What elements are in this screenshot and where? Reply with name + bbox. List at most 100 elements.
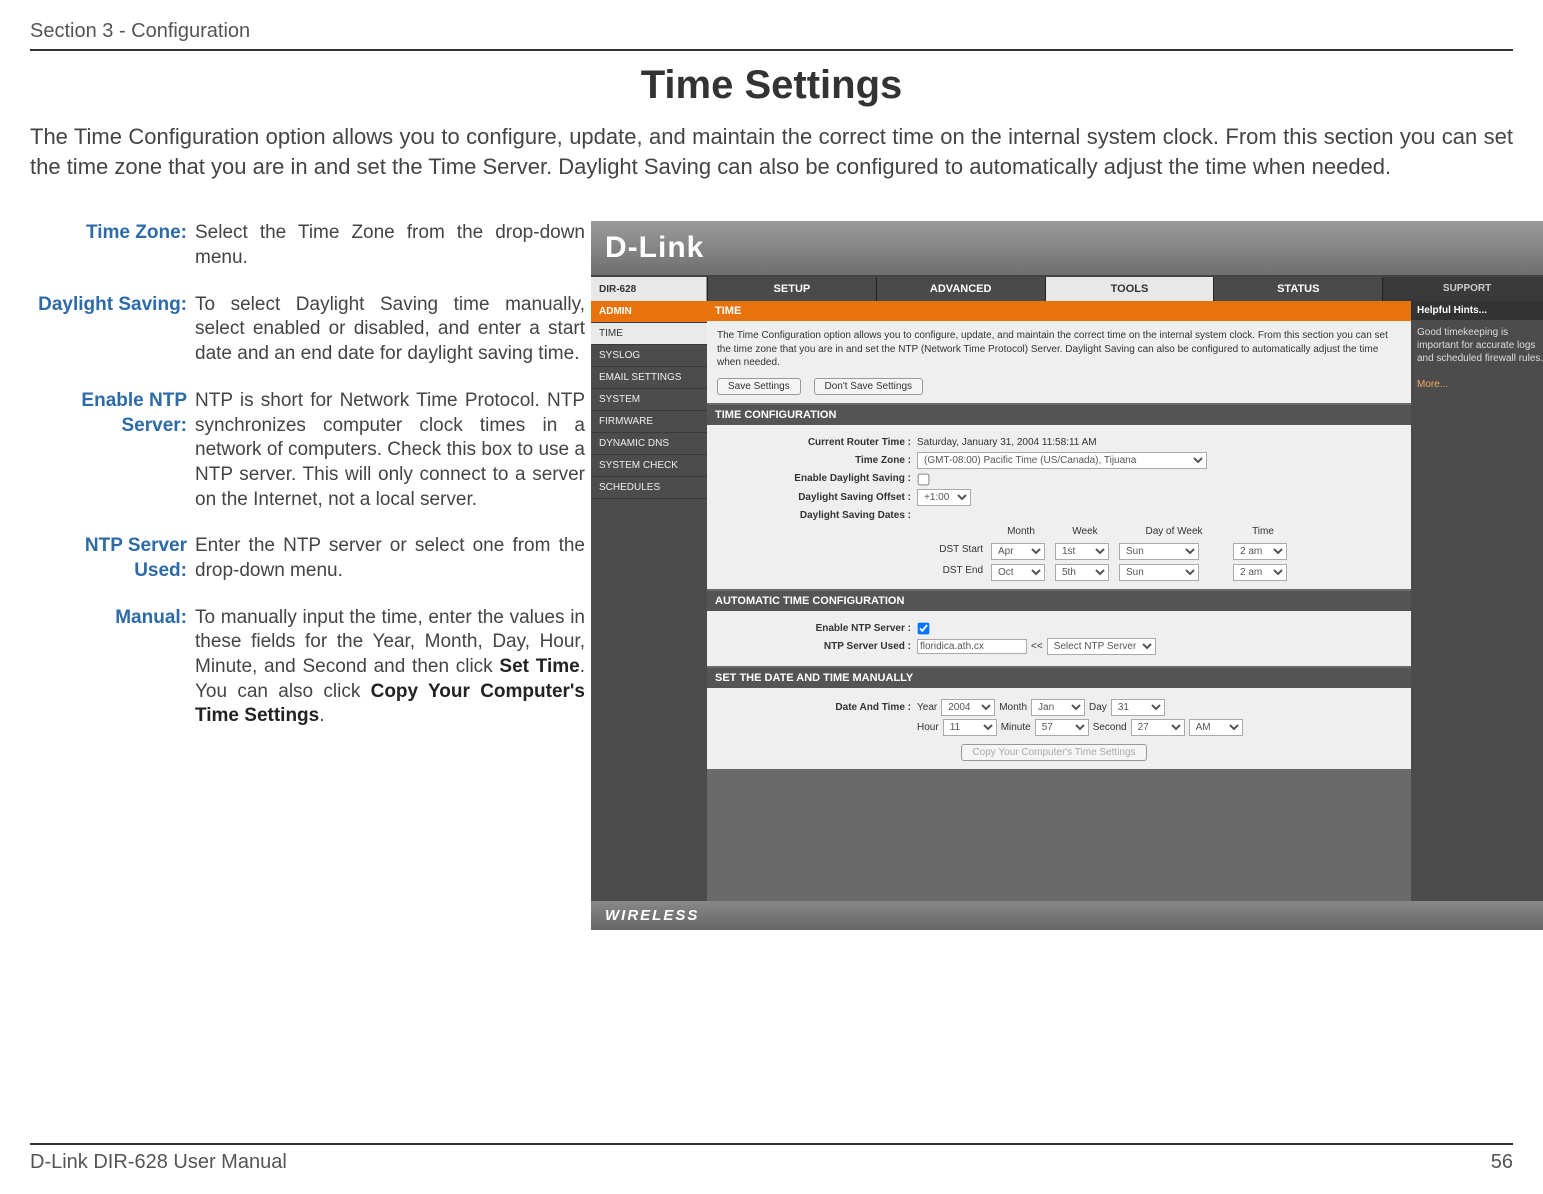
minute-select[interactable]: 57 <box>1035 719 1089 736</box>
dst-end-label: DST End <box>917 564 987 581</box>
def-desc: NTP is short for Network Time Protocol. … <box>195 389 585 512</box>
timezone-select[interactable]: (GMT-08:00) Pacific Time (US/Canada), Ti… <box>917 452 1207 469</box>
dst-start-dow[interactable]: Sun <box>1119 543 1199 560</box>
time-config-head: TIME CONFIGURATION <box>707 403 1411 425</box>
def-desc: Select the Time Zone from the drop-down … <box>195 221 585 270</box>
col-dow: Day of Week <box>1119 525 1229 539</box>
router-footer: WIRELESS <box>591 901 1543 930</box>
hints-more-link[interactable]: More... <box>1417 379 1448 390</box>
sidebar-item-email-settings[interactable]: EMAIL SETTINGS <box>591 367 707 389</box>
sidebar-item-system[interactable]: SYSTEM <box>591 389 707 411</box>
auto-time-panel: AUTOMATIC TIME CONFIGURATION Enable NTP … <box>707 589 1411 667</box>
def-item: Manual:To manually input the time, enter… <box>30 606 585 729</box>
def-item: Time Zone:Select the Time Zone from the … <box>30 221 585 270</box>
month-label: Month <box>999 701 1027 715</box>
router-tabs: DIR-628 SETUPADVANCEDTOOLSSTATUSSUPPORT <box>591 277 1543 301</box>
time-config-panel: TIME CONFIGURATION Current Router Time :… <box>707 403 1411 589</box>
time-panel: TIME The Time Configuration option allow… <box>707 301 1411 403</box>
router-sidebar: ADMINTIMESYSLOGEMAIL SETTINGSSYSTEMFIRMW… <box>591 301 707 901</box>
daylight-enable-checkbox[interactable] <box>918 473 930 485</box>
dst-start-week[interactable]: 1st <box>1055 543 1109 560</box>
daylight-enable-label: Enable Daylight Saving : <box>717 472 917 486</box>
def-item: Daylight Saving:To select Daylight Savin… <box>30 293 585 367</box>
copy-time-button[interactable]: Copy Your Computer's Time Settings <box>961 744 1146 761</box>
page-footer: D-Link DIR-628 User Manual 56 <box>30 1143 1513 1174</box>
content-row: Time Zone:Select the Time Zone from the … <box>30 221 1513 930</box>
sidebar-item-syslog[interactable]: SYSLOG <box>591 345 707 367</box>
dst-start-label: DST Start <box>917 543 987 560</box>
def-term: Time Zone: <box>30 221 195 270</box>
divider <box>30 49 1513 51</box>
auto-time-body: Enable NTP Server : NTP Server Used : <<… <box>707 611 1411 667</box>
dst-end-week[interactable]: 5th <box>1055 564 1109 581</box>
hints-head: Helpful Hints... <box>1411 301 1543 320</box>
intro-text: The Time Configuration option allows you… <box>30 122 1513 181</box>
ntp-server-input[interactable] <box>917 639 1027 654</box>
sidebar-item-schedules[interactable]: SCHEDULES <box>591 477 707 499</box>
second-select[interactable]: 27 <box>1131 719 1185 736</box>
tab-support[interactable]: SUPPORT <box>1382 277 1543 301</box>
dst-end-dow[interactable]: Sun <box>1119 564 1199 581</box>
arrows-icon: << <box>1031 640 1043 654</box>
tab-status[interactable]: STATUS <box>1213 277 1382 301</box>
second-label: Second <box>1093 721 1127 735</box>
ampm-select[interactable]: AM <box>1189 719 1243 736</box>
hints-text: Good timekeeping is important for accura… <box>1417 326 1543 365</box>
router-screenshot: D-Link DIR-628 SETUPADVANCEDTOOLSSTATUSS… <box>591 221 1543 930</box>
def-desc: Enter the NTP server or select one from … <box>195 534 585 583</box>
sidebar-item-admin[interactable]: ADMIN <box>591 301 707 323</box>
auto-time-head: AUTOMATIC TIME CONFIGURATION <box>707 589 1411 611</box>
dont-save-button[interactable]: Don't Save Settings <box>814 378 924 395</box>
enable-ntp-label: Enable NTP Server : <box>717 622 917 636</box>
year-select[interactable]: 2004 <box>941 699 995 716</box>
sidebar-item-firmware[interactable]: FIRMWARE <box>591 411 707 433</box>
sidebar-item-dynamic-dns[interactable]: DYNAMIC DNS <box>591 433 707 455</box>
def-item: Enable NTP Server:NTP is short for Netwo… <box>30 389 585 512</box>
def-desc: To manually input the time, enter the va… <box>195 606 585 729</box>
time-panel-body: The Time Configuration option allows you… <box>707 321 1411 403</box>
col-month: Month <box>991 525 1051 539</box>
tab-advanced[interactable]: ADVANCED <box>876 277 1045 301</box>
manual-time-panel: SET THE DATE AND TIME MANUALLY Date And … <box>707 666 1411 769</box>
sidebar-item-system-check[interactable]: SYSTEM CHECK <box>591 455 707 477</box>
def-term: Manual: <box>30 606 195 729</box>
hour-select[interactable]: 11 <box>943 719 997 736</box>
col-week: Week <box>1055 525 1115 539</box>
tab-setup[interactable]: SETUP <box>707 277 876 301</box>
dlink-logo: D-Link <box>605 231 704 265</box>
daylight-dates-label: Daylight Saving Dates : <box>717 509 917 523</box>
tab-tools[interactable]: TOOLS <box>1045 277 1214 301</box>
manual-time-head: SET THE DATE AND TIME MANUALLY <box>707 666 1411 688</box>
current-time-label: Current Router Time : <box>717 436 917 450</box>
month-select[interactable]: Jan <box>1031 699 1085 716</box>
year-label: Year <box>917 701 937 715</box>
daylight-offset-select[interactable]: +1:00 <box>917 489 971 506</box>
dst-end-month[interactable]: Oct <box>991 564 1045 581</box>
save-settings-button[interactable]: Save Settings <box>717 378 801 395</box>
current-time-value: Saturday, January 31, 2004 11:58:11 AM <box>917 436 1401 450</box>
ntp-server-select[interactable]: Select NTP Server <box>1047 638 1156 655</box>
dst-grid: Month Week Day of Week Time DST Start Ap… <box>917 525 1401 581</box>
router-main: TIME The Time Configuration option allow… <box>707 301 1411 901</box>
def-term: NTP Server Used: <box>30 534 195 583</box>
router-body: ADMINTIMESYSLOGEMAIL SETTINGSSYSTEMFIRMW… <box>591 301 1543 901</box>
manual-time-body: Date And Time : Year2004 MonthJan Day31 … <box>707 688 1411 769</box>
sidebar-item-time[interactable]: TIME <box>591 323 707 345</box>
router-header: D-Link <box>591 221 1543 277</box>
def-item: NTP Server Used:Enter the NTP server or … <box>30 534 585 583</box>
dst-start-time[interactable]: 2 am <box>1233 543 1287 560</box>
model-label: DIR-628 <box>591 277 707 301</box>
def-desc: To select Daylight Saving time manually,… <box>195 293 585 367</box>
minute-label: Minute <box>1001 721 1031 735</box>
dst-end-time[interactable]: 2 am <box>1233 564 1287 581</box>
day-select[interactable]: 31 <box>1111 699 1165 716</box>
date-time-label: Date And Time : <box>717 701 917 715</box>
definitions: Time Zone:Select the Time Zone from the … <box>30 221 585 751</box>
time-panel-head: TIME <box>707 301 1411 321</box>
def-term: Daylight Saving: <box>30 293 195 367</box>
enable-ntp-checkbox[interactable] <box>918 623 930 635</box>
time-panel-text: The Time Configuration option allows you… <box>717 329 1401 370</box>
footer-page: 56 <box>1491 1151 1513 1174</box>
dst-start-month[interactable]: Apr <box>991 543 1045 560</box>
hour-label: Hour <box>917 721 939 735</box>
